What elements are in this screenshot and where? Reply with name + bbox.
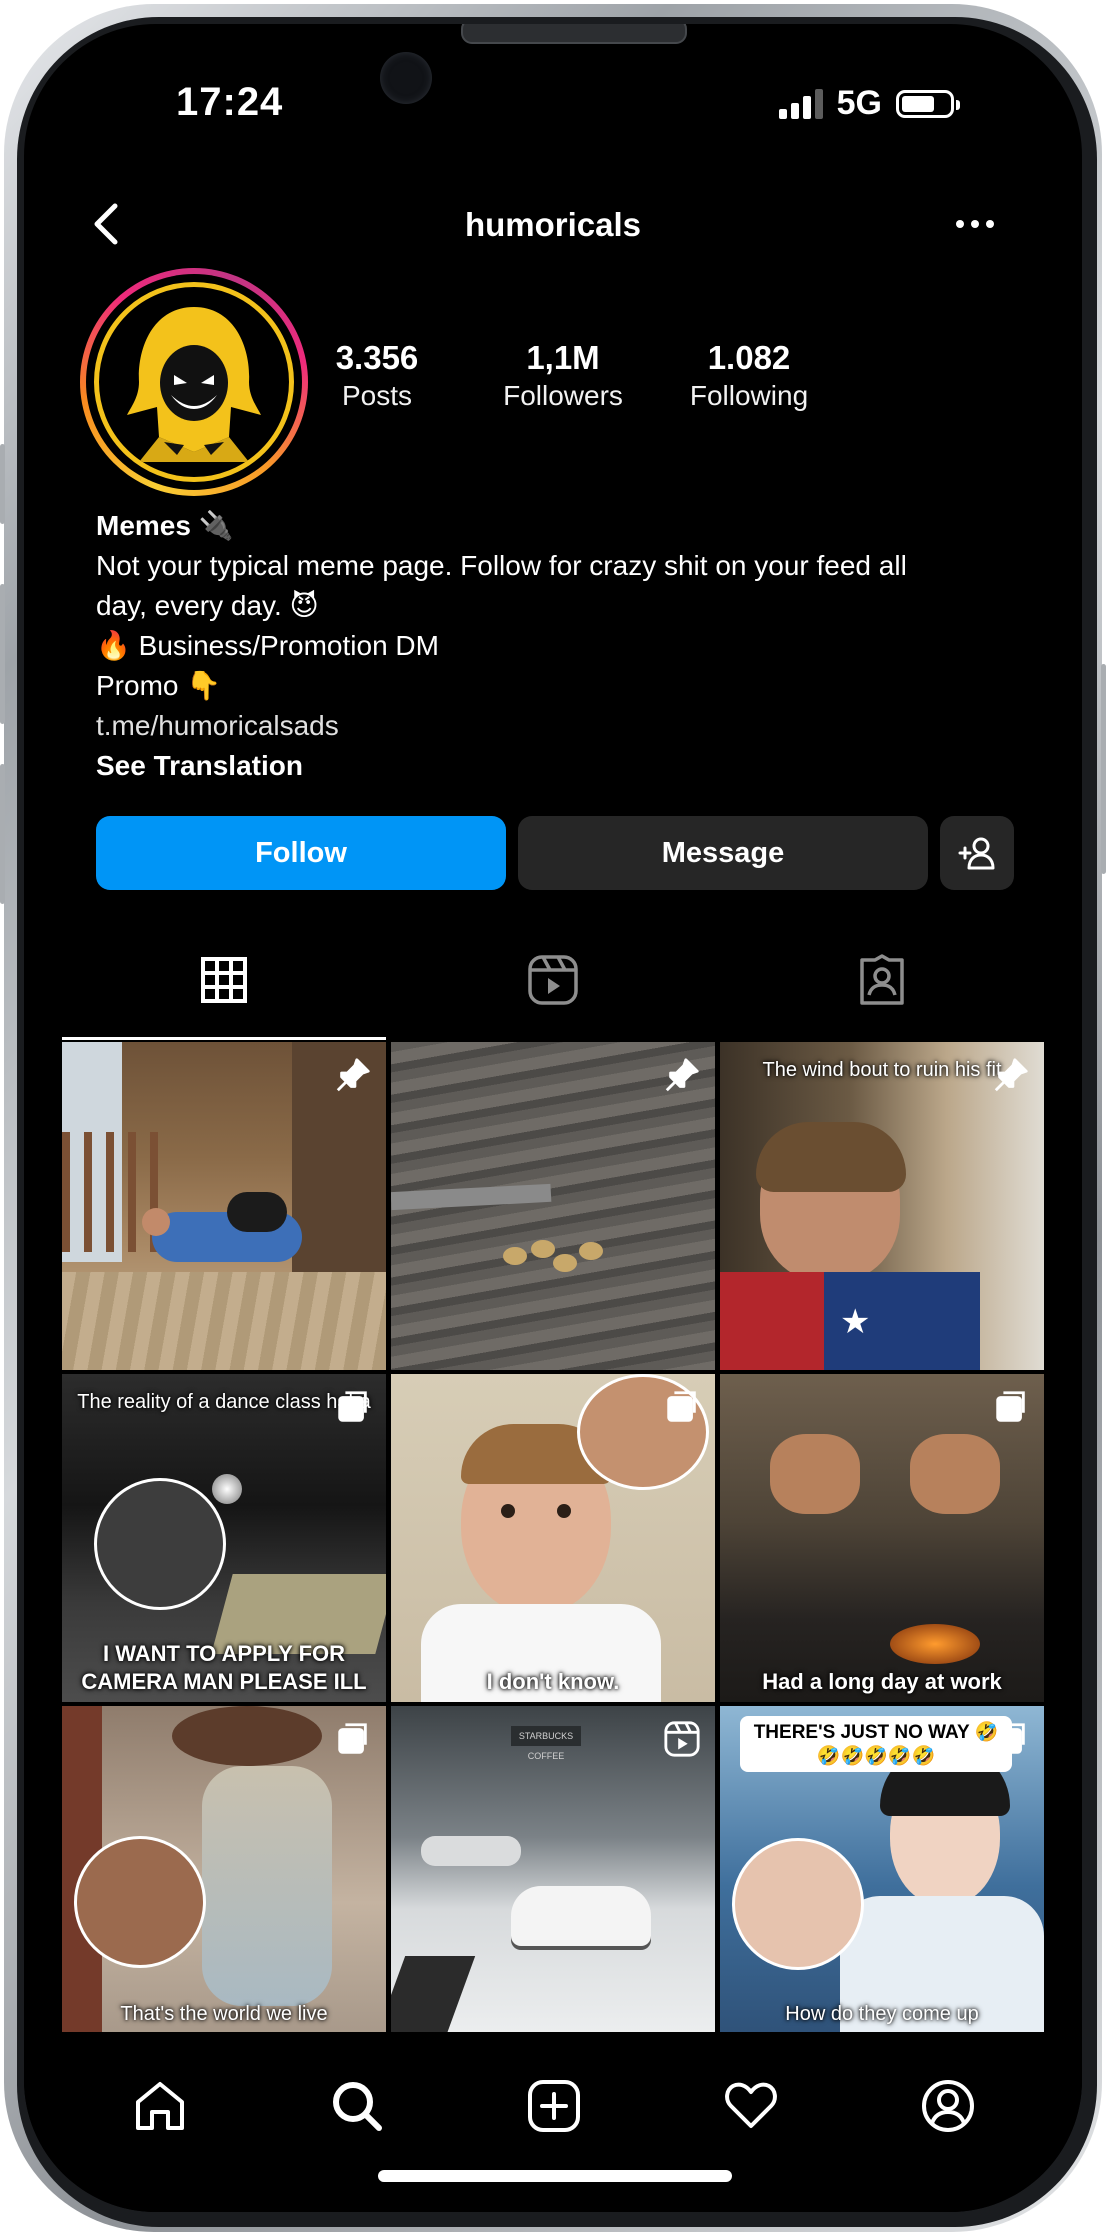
grid-post-6[interactable]: Had a long day at work <box>720 1374 1044 1702</box>
status-indicators: 5G <box>778 84 960 123</box>
bio-line-4: Promo 👇 <box>96 670 222 701</box>
carousel-icon <box>338 1723 367 1754</box>
add-user-icon <box>958 837 995 870</box>
reel-icon <box>664 1721 700 1757</box>
profile-header: humoricals <box>24 184 1082 264</box>
create-icon <box>528 2080 580 2132</box>
bio-line-1: Not your typical meme page. Follow for c… <box>96 550 907 581</box>
home-indicator[interactable] <box>378 2170 732 2182</box>
post-caption: That's the world we live <box>120 2003 328 2025</box>
profile-tabs <box>24 922 1082 1042</box>
carousel-icon <box>338 1391 367 1422</box>
tab-tagged[interactable] <box>720 922 1044 1038</box>
profile-icon <box>922 2080 974 2132</box>
posts-label: Posts <box>341 380 413 411</box>
posts-grid: ★ The wind bout to ruin his fit The real… <box>62 1042 1044 2032</box>
post-caption-bottom: I WANT TO APPLY FOR CAMERA MAN PLEASE IL… <box>81 1641 367 1694</box>
carousel-icon <box>996 1723 1025 1754</box>
status-time: 17:24 <box>176 80 284 124</box>
profile-actions: Follow Message <box>96 816 1016 890</box>
tagged-icon <box>860 954 904 1005</box>
follow-button[interactable]: Follow <box>96 816 506 890</box>
grid-post-3[interactable]: ★ The wind bout to ruin his fit <box>720 1042 1044 1370</box>
following-stat[interactable]: 1.082 Following <box>654 338 844 414</box>
pinned-icon <box>994 1058 1028 1092</box>
grid-post-5[interactable]: I don't know. <box>391 1374 715 1702</box>
suggest-accounts-button[interactable] <box>940 816 1014 890</box>
posts-count: 3.356 <box>335 339 419 376</box>
avatar[interactable] <box>80 268 308 496</box>
grid-post-9[interactable]: THERE'S JUST NO WAY 🤣 🤣🤣🤣🤣🤣 How do they … <box>720 1706 1044 2032</box>
bottom-navigation <box>24 2036 1082 2212</box>
active-tab-indicator <box>62 1037 386 1040</box>
hooded-logo-image <box>94 282 294 482</box>
search-icon <box>333 2082 382 2131</box>
network-label: 5G <box>836 84 882 122</box>
post-caption: I don't know. <box>486 1669 620 1694</box>
pinned-icon <box>336 1058 370 1092</box>
more-options-button[interactable] <box>956 220 994 228</box>
post-caption-pill: THERE'S JUST NO WAY 🤣 🤣🤣🤣🤣🤣 <box>740 1716 1012 1772</box>
front-camera <box>380 52 432 104</box>
followers-stat[interactable]: 1,1M Followers <box>468 338 658 414</box>
nav-activity[interactable] <box>721 2076 781 2136</box>
nav-create[interactable] <box>524 2076 584 2136</box>
carousel-icon <box>667 1391 696 1422</box>
tab-posts[interactable] <box>62 922 386 1038</box>
grid-post-1[interactable] <box>62 1042 386 1370</box>
bio-line-2: day, every day. 😈 <box>96 590 319 621</box>
nav-search[interactable] <box>327 2076 387 2136</box>
grid-post-2[interactable] <box>391 1042 715 1370</box>
bio-line-3: 🔥 Business/Promotion DM <box>96 630 439 661</box>
post-caption: Had a long day at work <box>762 1669 1002 1694</box>
see-translation-link[interactable]: See Translation <box>96 746 1036 786</box>
posts-stat[interactable]: 3.356 Posts <box>282 338 472 414</box>
message-button[interactable]: Message <box>518 816 928 890</box>
grid-post-8[interactable]: STARBUCKS COFFEE <box>391 1706 715 2032</box>
profile-username: humoricals <box>464 206 642 243</box>
following-count: 1.082 <box>707 339 791 376</box>
post-caption: How do they come up <box>785 2003 979 2025</box>
nav-home[interactable] <box>130 2076 190 2136</box>
carousel-icon <box>996 1391 1025 1422</box>
followers-count: 1,1M <box>526 339 600 376</box>
heart-icon <box>725 2082 777 2128</box>
nav-profile[interactable] <box>918 2076 978 2136</box>
followers-label: Followers <box>503 380 623 411</box>
pinned-icon <box>665 1058 699 1092</box>
storefront-sign: STARBUCKS COFFEE <box>511 1726 581 1761</box>
speaker <box>461 24 687 44</box>
profile-name: Memes 🔌 <box>96 510 234 541</box>
profile-bio: Memes 🔌 Not your typical meme page. Foll… <box>96 506 1036 786</box>
following-label: Following <box>689 380 809 411</box>
signal-icon <box>778 88 823 119</box>
grid-post-7[interactable]: That's the world we live <box>62 1706 386 2032</box>
reels-icon <box>528 955 578 1005</box>
battery-icon <box>896 89 960 118</box>
tab-reels[interactable] <box>391 922 715 1038</box>
grid-post-4[interactable]: The reality of a dance class haha I WANT… <box>62 1374 386 1702</box>
bio-link[interactable]: t.me/humoricalsads <box>96 706 1036 746</box>
posts-grid-icon <box>201 957 247 1003</box>
home-icon <box>136 2082 184 2130</box>
screen: 17:24 5G humoricals 3.356 Posts 1,1M Fol… <box>24 24 1082 2212</box>
